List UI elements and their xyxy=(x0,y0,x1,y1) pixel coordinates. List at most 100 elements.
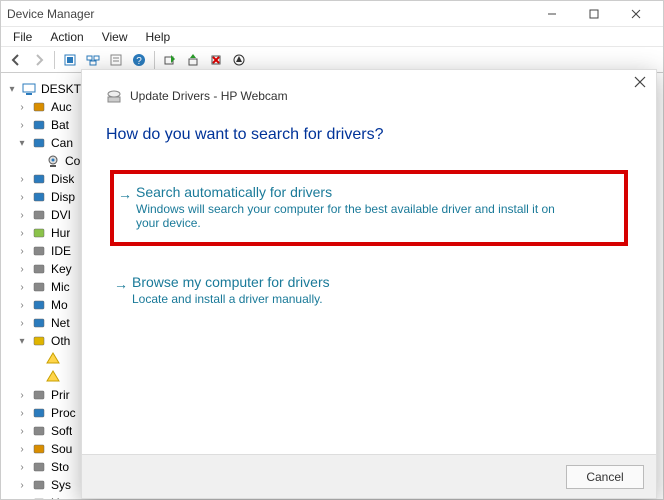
scan-hardware-icon[interactable] xyxy=(159,49,181,71)
forward-button[interactable] xyxy=(28,49,50,71)
tree-item-label: Can xyxy=(51,136,73,150)
expand-icon[interactable]: › xyxy=(17,120,27,131)
dialog-title: How do you want to search for drivers? xyxy=(82,110,656,152)
help-icon[interactable]: ? xyxy=(128,49,150,71)
back-button[interactable] xyxy=(5,49,27,71)
tree-item-label: Mo xyxy=(51,298,68,312)
cancel-button[interactable]: Cancel xyxy=(566,465,644,489)
tree-item-label: Sou xyxy=(51,442,72,456)
cancel-label: Cancel xyxy=(586,470,623,484)
expand-icon[interactable]: › xyxy=(17,246,27,257)
expand-icon[interactable]: › xyxy=(17,174,27,185)
tree-item-label: Sto xyxy=(51,460,69,474)
expand-icon[interactable]: › xyxy=(17,444,27,455)
tree-item-label: Sys xyxy=(51,478,71,492)
expand-icon[interactable]: › xyxy=(17,282,27,293)
option2-desc: Locate and install a driver manually. xyxy=(132,292,552,306)
disable-icon[interactable] xyxy=(228,49,250,71)
expand-icon[interactable]: › xyxy=(17,318,27,329)
toolbar-details-icon[interactable] xyxy=(105,49,127,71)
menu-action[interactable]: Action xyxy=(42,29,91,45)
expand-icon[interactable]: › xyxy=(17,462,27,473)
device-icon xyxy=(31,441,47,457)
tree-item-label: Oth xyxy=(51,334,70,348)
maximize-button[interactable] xyxy=(573,3,615,25)
arrow-right-icon: → xyxy=(118,186,132,202)
device-icon xyxy=(31,171,47,187)
device-icon xyxy=(31,99,47,115)
dialog-footer: Cancel xyxy=(82,454,656,498)
tree-item-label: Mic xyxy=(51,280,70,294)
expand-icon[interactable]: › xyxy=(17,102,27,113)
titlebar: Device Manager xyxy=(1,1,663,27)
arrow-right-icon: → xyxy=(114,276,128,292)
device-icon xyxy=(31,243,47,259)
tree-item-label: Disp xyxy=(51,190,75,204)
tree-item-label: Auc xyxy=(51,100,72,114)
expand-icon[interactable]: › xyxy=(17,264,27,275)
webcam-icon xyxy=(45,153,61,169)
device-icon xyxy=(31,459,47,475)
device-icon xyxy=(31,207,47,223)
menu-help[interactable]: Help xyxy=(138,29,179,45)
expand-icon[interactable]: ▾ xyxy=(17,336,27,347)
tree-item-label: Key xyxy=(51,262,72,276)
device-icon xyxy=(31,135,47,151)
menu-file[interactable]: File xyxy=(5,29,40,45)
tree-item-label: Bat xyxy=(51,118,69,132)
minimize-button[interactable] xyxy=(531,3,573,25)
option-browse-computer[interactable]: → Browse my computer for drivers Locate … xyxy=(110,264,628,318)
toolbar-view-icon[interactable] xyxy=(82,49,104,71)
uninstall-icon[interactable] xyxy=(205,49,227,71)
unknown-device-icon xyxy=(45,369,61,385)
expand-icon[interactable]: › xyxy=(17,408,27,419)
tree-item-label: Proc xyxy=(51,406,76,420)
option1-desc: Windows will search your computer for th… xyxy=(136,202,556,230)
device-icon xyxy=(31,261,47,277)
expand-icon[interactable]: › xyxy=(17,390,27,401)
toolbar-action-icon[interactable] xyxy=(59,49,81,71)
dialog-header-text: Update Drivers - HP Webcam xyxy=(130,89,288,103)
option1-title: Search automatically for drivers xyxy=(136,184,610,200)
expand-icon[interactable]: ▾ xyxy=(17,138,27,149)
update-drivers-dialog: Update Drivers - HP Webcam How do you wa… xyxy=(81,69,657,499)
close-button[interactable] xyxy=(615,3,657,25)
device-manager-window: Device Manager File Action View Help xyxy=(0,0,664,500)
expand-icon[interactable]: › xyxy=(17,426,27,437)
device-icon xyxy=(31,423,47,439)
window-title: Device Manager xyxy=(7,7,94,21)
device-icon xyxy=(31,297,47,313)
option-search-automatically[interactable]: → Search automatically for drivers Windo… xyxy=(110,170,628,246)
expand-icon[interactable]: › xyxy=(17,498,27,500)
update-driver-icon[interactable] xyxy=(182,49,204,71)
tree-item-label: Net xyxy=(51,316,70,330)
tree-item-label: IDE xyxy=(51,244,71,258)
tree-item-label: Disk xyxy=(51,172,74,186)
expand-icon[interactable]: › xyxy=(17,300,27,311)
expand-icon[interactable]: › xyxy=(17,192,27,203)
tree-item-label: Hur xyxy=(51,226,70,240)
tree-item-label: DVI xyxy=(51,208,71,222)
device-icon xyxy=(31,477,47,493)
menu-view[interactable]: View xyxy=(94,29,136,45)
separator xyxy=(154,51,155,69)
expand-icon[interactable]: › xyxy=(17,228,27,239)
tree-item-label: Un xyxy=(51,496,66,499)
separator xyxy=(54,51,55,69)
device-icon xyxy=(31,279,47,295)
device-icon xyxy=(31,387,47,403)
device-icon xyxy=(31,495,47,499)
tree-item-label: Soft xyxy=(51,424,72,438)
expand-icon[interactable]: › xyxy=(17,480,27,491)
unknown-device-icon xyxy=(45,351,61,367)
device-icon xyxy=(31,333,47,349)
option2-title: Browse my computer for drivers xyxy=(132,274,614,290)
computer-icon xyxy=(21,81,37,97)
collapse-icon[interactable]: ▾ xyxy=(7,84,17,95)
tree-item-label: Prir xyxy=(51,388,70,402)
device-icon xyxy=(31,405,47,421)
expand-icon[interactable]: › xyxy=(17,210,27,221)
dialog-close-button[interactable] xyxy=(634,76,646,88)
device-icon xyxy=(31,225,47,241)
device-icon xyxy=(31,189,47,205)
